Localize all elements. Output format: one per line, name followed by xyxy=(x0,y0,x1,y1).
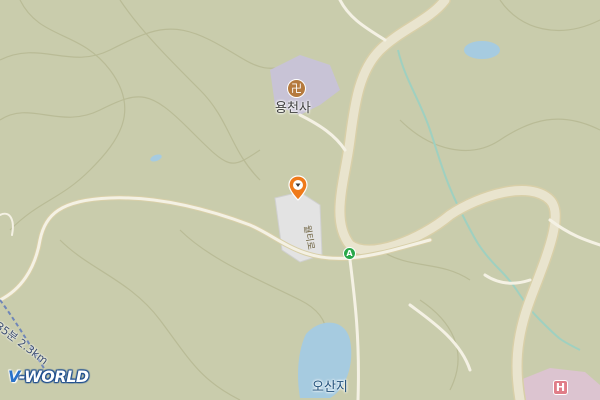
logo-mark: V xyxy=(8,367,19,386)
map-view[interactable]: 卍 용천사 월티로 A 35분 2.3km 오산지 H V-WORLD xyxy=(0,0,600,400)
location-pin-icon[interactable] xyxy=(288,175,308,201)
lake-label[interactable]: 오산지 xyxy=(312,376,348,395)
logo-text: -WORLD xyxy=(18,367,89,386)
temple-icon[interactable]: 卍 xyxy=(287,79,306,98)
temple-label[interactable]: 용천사 xyxy=(275,97,311,116)
pond-small xyxy=(150,154,162,162)
bus-stop-icon[interactable]: A xyxy=(343,247,356,260)
hospital-icon[interactable]: H xyxy=(553,380,568,395)
pond-northeast xyxy=(464,41,500,59)
vworld-logo: V-WORLD xyxy=(8,367,89,386)
